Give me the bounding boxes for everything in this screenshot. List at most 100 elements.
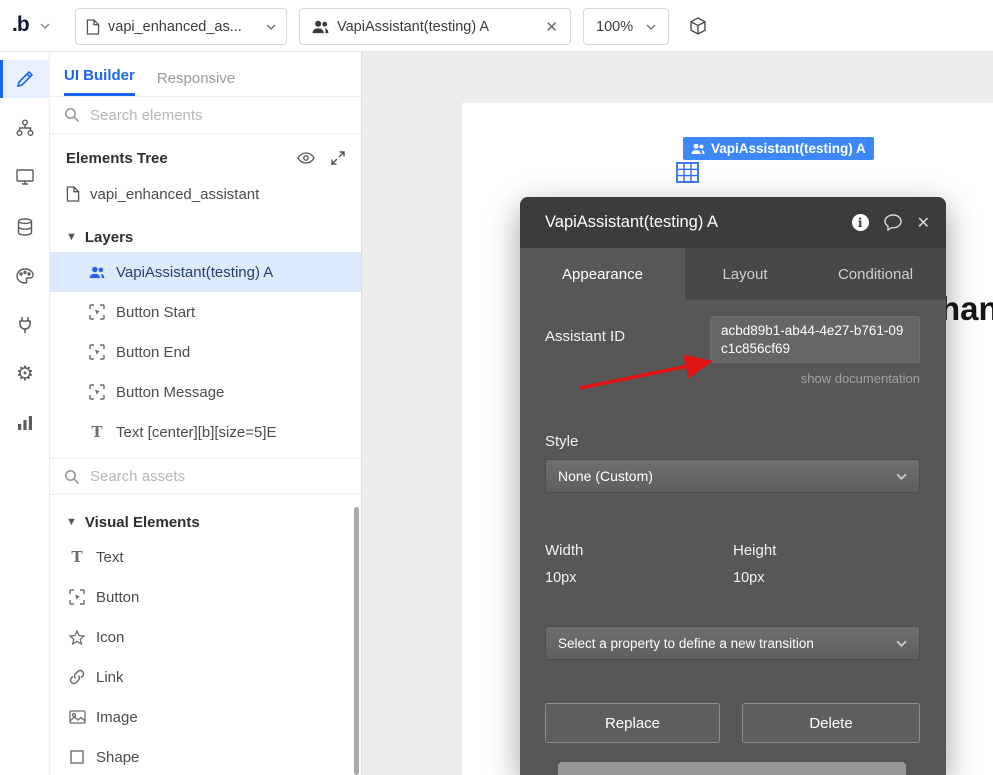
asset-item-icon[interactable]: Icon	[50, 617, 361, 657]
tree-root-label: vapi_enhanced_assistant	[90, 186, 259, 203]
elements-tree-header: Elements Tree	[50, 140, 361, 176]
page-selector-dropdown[interactable]: vapi_enhanced_as...	[75, 8, 287, 45]
visual-elements-section-header[interactable]: ▼ Visual Elements	[50, 507, 361, 537]
element-tab[interactable]: VapiAssistant(testing) A ✕	[299, 8, 571, 45]
replace-button[interactable]: Replace	[545, 703, 720, 743]
panel-tab-bar: UI Builder Responsive	[50, 52, 361, 97]
rail-plugins-tab[interactable]	[0, 306, 50, 344]
rail-logs-tab[interactable]	[0, 404, 50, 442]
height-value[interactable]: 10px	[733, 570, 764, 586]
width-label: Width	[545, 542, 583, 559]
logo-menu-chevron-icon[interactable]	[40, 23, 50, 29]
layer-label: Button Start	[116, 304, 195, 321]
transition-dropdown[interactable]: Select a property to define a new transi…	[545, 626, 920, 660]
rail-settings-tab[interactable]: ⚙	[0, 355, 50, 393]
tree-root-page[interactable]: vapi_enhanced_assistant	[50, 176, 361, 212]
tab-ui-builder[interactable]: UI Builder	[64, 67, 135, 96]
selected-element-badge[interactable]: VapiAssistant(testing) A	[683, 137, 874, 160]
button-element-icon	[68, 589, 86, 605]
height-label: Height	[733, 542, 776, 559]
database-icon	[17, 218, 33, 236]
search-assets-input[interactable]	[90, 468, 347, 485]
pencil-icon	[16, 70, 34, 88]
asset-label: Button	[96, 589, 139, 606]
chevron-down-icon	[266, 24, 276, 30]
component-library-cube-icon[interactable]	[688, 16, 708, 36]
assistant-id-input[interactable]: acbd89b1-ab44-4e27-b761-09c1c856cf69	[710, 316, 920, 363]
chevron-down-icon	[896, 640, 907, 647]
delete-button[interactable]: Delete	[742, 703, 920, 743]
panel-scrollbar[interactable]	[354, 507, 359, 775]
layer-item-button-start[interactable]: Button Start	[50, 292, 361, 332]
button-element-icon	[88, 384, 106, 400]
collapse-triangle-icon: ▼	[66, 231, 77, 243]
zoom-dropdown[interactable]: 100%	[583, 8, 669, 45]
asset-item-image[interactable]: Image	[50, 697, 361, 737]
layer-item-vapiassistant[interactable]: VapiAssistant(testing) A	[50, 252, 361, 292]
star-icon	[68, 630, 86, 645]
canvas-heading-text[interactable]: hanc	[940, 290, 993, 328]
style-dropdown[interactable]: None (Custom)	[545, 459, 920, 493]
property-editor: VapiAssistant(testing) A i ✕ Appearance …	[520, 197, 946, 775]
comment-icon[interactable]	[884, 214, 902, 231]
tab-layout[interactable]: Layout	[685, 248, 805, 300]
tab-appearance[interactable]: Appearance	[520, 248, 685, 300]
rail-data-tab[interactable]	[0, 208, 50, 246]
page-icon	[66, 186, 80, 202]
button-element-icon	[88, 344, 106, 360]
users-icon	[691, 143, 705, 155]
selected-element-badge-label: VapiAssistant(testing) A	[711, 141, 866, 156]
property-editor-tab-bar: Appearance Layout Conditional	[520, 248, 946, 300]
visual-elements-title: Visual Elements	[85, 514, 200, 531]
rail-design-tab[interactable]	[0, 60, 50, 98]
vapi-assistant-element-grid-icon[interactable]	[676, 162, 699, 183]
layers-title: Layers	[85, 229, 133, 246]
expand-panel-icon[interactable]	[331, 151, 345, 165]
asset-item-button[interactable]: Button	[50, 577, 361, 617]
layers-section-header[interactable]: ▼ Layers	[50, 222, 361, 252]
search-elements-input[interactable]	[90, 107, 347, 124]
asset-label: Shape	[96, 749, 139, 766]
style-dropdown-value: None (Custom)	[558, 468, 653, 484]
close-tab-icon[interactable]: ✕	[545, 18, 558, 36]
property-editor-title: VapiAssistant(testing) A	[545, 213, 852, 232]
bubble-logo[interactable]: .b	[12, 13, 29, 37]
layer-item-text[interactable]: T Text [center][b][size=5]E	[50, 412, 361, 452]
eye-icon[interactable]	[297, 152, 315, 164]
tab-conditional[interactable]: Conditional	[805, 248, 946, 300]
close-icon[interactable]: ✕	[917, 213, 930, 233]
asset-label: Icon	[96, 629, 124, 646]
style-label: Style	[545, 433, 578, 450]
info-icon[interactable]: i	[852, 214, 869, 231]
bar-chart-icon	[17, 415, 33, 431]
search-icon	[64, 469, 80, 485]
asset-label: Text	[96, 549, 124, 566]
monitor-icon	[16, 169, 34, 185]
workflow-icon	[16, 119, 34, 137]
asset-item-text[interactable]: T Text	[50, 537, 361, 577]
asset-label: Link	[96, 669, 124, 686]
asset-item-shape[interactable]: Shape	[50, 737, 361, 775]
page-icon	[86, 19, 100, 35]
show-documentation-link[interactable]: show documentation	[801, 371, 920, 386]
partial-control[interactable]	[558, 762, 906, 775]
link-icon	[68, 669, 86, 685]
rail-styles-tab[interactable]	[0, 257, 50, 295]
layer-label: Button End	[116, 344, 190, 361]
chevron-down-icon	[896, 473, 907, 480]
rail-responsive-tab[interactable]	[0, 158, 50, 196]
tab-responsive[interactable]: Responsive	[157, 70, 235, 96]
layer-item-button-message[interactable]: Button Message	[50, 372, 361, 412]
layer-label: Button Message	[116, 384, 224, 401]
layer-label: Text [center][b][size=5]E	[116, 424, 277, 441]
button-element-icon	[88, 304, 106, 320]
property-editor-header[interactable]: VapiAssistant(testing) A i ✕	[520, 197, 946, 248]
top-toolbar: .b vapi_enhanced_as... VapiAssistant(tes…	[0, 0, 993, 52]
asset-item-link[interactable]: Link	[50, 657, 361, 697]
rail-workflow-tab[interactable]	[0, 109, 50, 147]
width-value[interactable]: 10px	[545, 570, 576, 586]
layer-item-button-end[interactable]: Button End	[50, 332, 361, 372]
collapse-triangle-icon: ▼	[66, 516, 77, 528]
chevron-down-icon	[646, 24, 656, 30]
search-elements-row	[50, 97, 361, 134]
